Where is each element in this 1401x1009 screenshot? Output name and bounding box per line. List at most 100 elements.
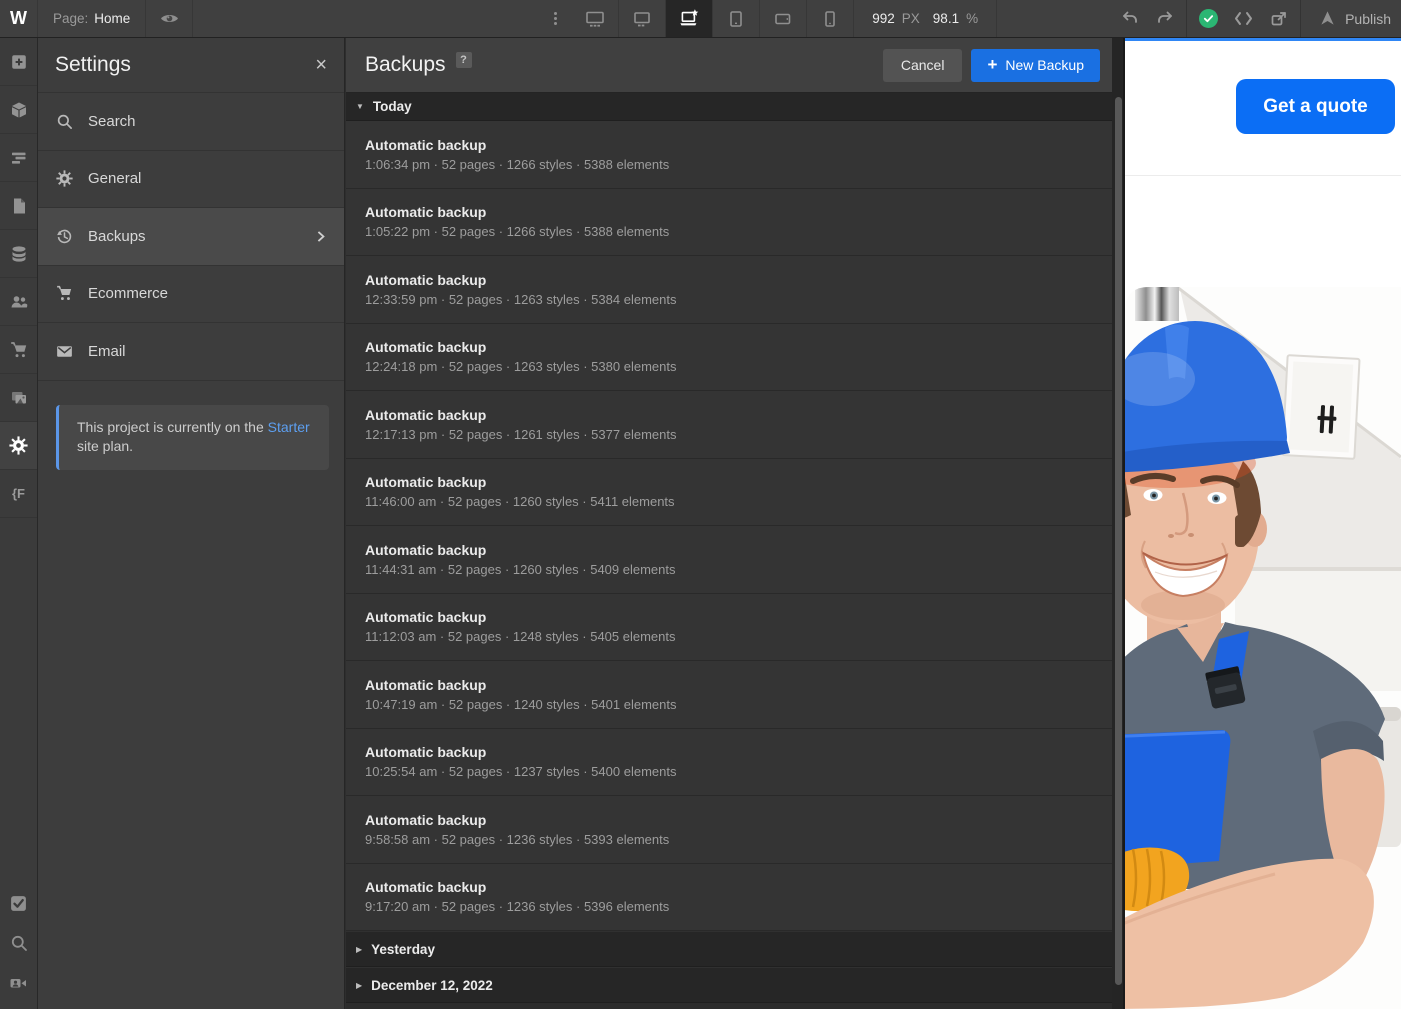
device-phone-portrait-button[interactable] — [807, 0, 854, 37]
functions-button[interactable]: {F — [0, 470, 37, 518]
site-settings-button[interactable] — [0, 422, 37, 470]
backup-row[interactable]: Automatic backup12:24:18 pm · 52 pages ·… — [346, 324, 1112, 392]
backup-section-header[interactable]: ▶December 12, 2022 — [346, 967, 1112, 1003]
backup-row[interactable]: Automatic backup12:17:13 pm · 52 pages ·… — [346, 391, 1112, 459]
assets-button[interactable] — [0, 374, 37, 422]
backup-meta: 12:33:59 pm · 52 pages · 1263 styles · 5… — [365, 292, 1112, 307]
webflow-logo[interactable]: W — [0, 0, 38, 37]
zoom-value: 98.1 — [933, 11, 959, 26]
backup-row[interactable]: Automatic backup9:58:58 am · 52 pages · … — [346, 796, 1112, 864]
backups-scrollbar-track[interactable] — [1112, 38, 1125, 1009]
device-phone-landscape-button[interactable] — [760, 0, 807, 37]
finder-search-button[interactable] — [0, 923, 37, 963]
backup-title: Automatic backup — [365, 744, 1112, 760]
publish-button[interactable]: Publish — [1305, 0, 1401, 37]
backup-title: Automatic backup — [365, 272, 1112, 288]
new-backup-button[interactable]: + New Backup — [971, 49, 1100, 82]
audit-button[interactable] — [0, 883, 37, 923]
backup-row[interactable]: Automatic backup11:46:00 am · 52 pages ·… — [346, 459, 1112, 527]
plan-link[interactable]: Starter — [268, 419, 310, 435]
backups-scrollbar-thumb[interactable] — [1115, 97, 1122, 985]
page-label: Page: — [53, 11, 88, 26]
backup-title: Automatic backup — [365, 879, 1112, 895]
video-tutorials-button[interactable] — [0, 963, 37, 1003]
settings-item-general[interactable]: General — [38, 151, 344, 209]
users-button[interactable] — [0, 278, 37, 326]
device-tablet-button[interactable] — [713, 0, 760, 37]
saved-check-icon — [1199, 9, 1218, 28]
help-badge[interactable]: ? — [456, 52, 472, 68]
plan-notice-text-after: site plan. — [77, 438, 133, 454]
canvas-menu-button[interactable] — [538, 0, 572, 37]
backup-row[interactable]: Automatic backup 12:33:59 pm · 52 pages ·… — [346, 256, 1112, 324]
search-icon — [10, 934, 28, 952]
device-desktop-button[interactable] — [619, 0, 666, 37]
ecommerce-button[interactable] — [0, 326, 37, 374]
backup-title: Automatic backup — [365, 812, 1112, 828]
phone-landscape-icon — [774, 10, 793, 28]
assets-icon — [10, 389, 28, 407]
navigator-button[interactable] — [0, 134, 37, 182]
envelope-icon — [56, 343, 73, 360]
backup-history-icon — [56, 228, 73, 245]
worker-photo — [1125, 287, 1401, 1009]
backup-title: Automatic backup — [365, 204, 1112, 220]
preview-toggle-button[interactable] — [146, 0, 193, 37]
backup-section-header[interactable]: ▶Yesterday — [346, 931, 1112, 967]
ecommerce-icon — [10, 341, 28, 359]
settings-item-ecommerce[interactable]: Ecommerce — [38, 266, 344, 324]
device-laptop-button[interactable] — [666, 0, 713, 37]
redo-button[interactable] — [1147, 0, 1182, 37]
settings-item-backups[interactable]: Backups — [38, 208, 344, 266]
left-toolbar: {F — [0, 38, 38, 1009]
backup-section-header[interactable]: ▼Today — [346, 93, 1112, 121]
plus-icon: + — [987, 55, 997, 75]
backup-meta: 10:25:54 am · 52 pages · 1237 styles · 5… — [365, 764, 1112, 779]
settings-panel: Settings × Search GeneralBackupsEcommerce… — [38, 38, 345, 1009]
backup-row[interactable]: Automatic backup9:17:20 am · 52 pages · … — [346, 864, 1112, 932]
publish-label: Publish — [1345, 11, 1391, 27]
export-code-button[interactable] — [1226, 0, 1261, 37]
backup-row[interactable]: Automatic backup 10:25:54 am · 52 pages ·… — [346, 729, 1112, 797]
cancel-button[interactable]: Cancel — [883, 49, 963, 82]
backup-meta: 1:05:22 pm · 52 pages · 1266 styles · 53… — [365, 224, 1112, 239]
backup-row[interactable]: Automatic backup 1:05:22 pm · 52 pages · … — [346, 189, 1112, 257]
left-toolbar-bottom — [0, 883, 37, 1003]
backup-meta: 11:46:00 am · 52 pages · 1260 styles · 5… — [365, 494, 1112, 509]
saved-status-button[interactable] — [1191, 0, 1226, 37]
settings-item-search[interactable]: Search — [38, 93, 344, 151]
canvas-size-readout[interactable]: 992 PX 98.1 % — [854, 0, 997, 37]
pages-button[interactable] — [0, 182, 37, 230]
share-button[interactable] — [1261, 0, 1296, 37]
breakpoint-bar — [572, 0, 854, 37]
backup-row[interactable]: Automatic backup1:06:34 pm · 52 pages · … — [346, 121, 1112, 189]
add-elements-button[interactable] — [0, 38, 37, 86]
settings-header: Settings × — [38, 38, 344, 92]
settings-item-email[interactable]: Email — [38, 323, 344, 381]
backup-row[interactable]: Automatic backup11:12:03 am · 52 pages ·… — [346, 594, 1112, 662]
page-selector[interactable]: Page: Home — [38, 0, 146, 37]
topbar-actions: Publish — [1112, 0, 1401, 37]
plan-notice-text: This project is currently on the — [77, 419, 264, 435]
device-desktop-large-button[interactable] — [572, 0, 619, 37]
backup-meta: 1:06:34 pm · 52 pages · 1266 styles · 53… — [365, 157, 1112, 172]
undo-button[interactable] — [1112, 0, 1147, 37]
backups-list: ▼TodayAutomatic backup1:06:34 pm · 52 pa… — [346, 93, 1112, 1009]
new-backup-label: New Backup — [1005, 57, 1084, 73]
page-name: Home — [94, 11, 130, 26]
close-settings-button[interactable]: × — [315, 55, 327, 75]
backup-meta: 12:17:13 pm · 52 pages · 1261 styles · 5… — [365, 427, 1112, 442]
backup-title: Automatic backup — [365, 677, 1112, 693]
backup-title: Automatic backup — [365, 339, 1112, 355]
kebab-menu-icon — [554, 10, 557, 27]
settings-title: Settings — [55, 53, 131, 77]
backup-meta: 11:12:03 am · 52 pages · 1248 styles · 5… — [365, 629, 1112, 644]
backup-row[interactable]: Automatic backup11:44:31 am · 52 pages ·… — [346, 526, 1112, 594]
publish-plane-icon — [1319, 10, 1336, 27]
backup-row[interactable]: Automatic backup 10:47:19 am · 52 pages ·… — [346, 661, 1112, 729]
get-a-quote-button[interactable]: Get a quote — [1236, 79, 1395, 134]
settings-item-label: Search — [88, 113, 136, 130]
components-button[interactable] — [0, 86, 37, 134]
backup-meta: 10:47:19 am · 52 pages · 1240 styles · 5… — [365, 697, 1112, 712]
cms-button[interactable] — [0, 230, 37, 278]
